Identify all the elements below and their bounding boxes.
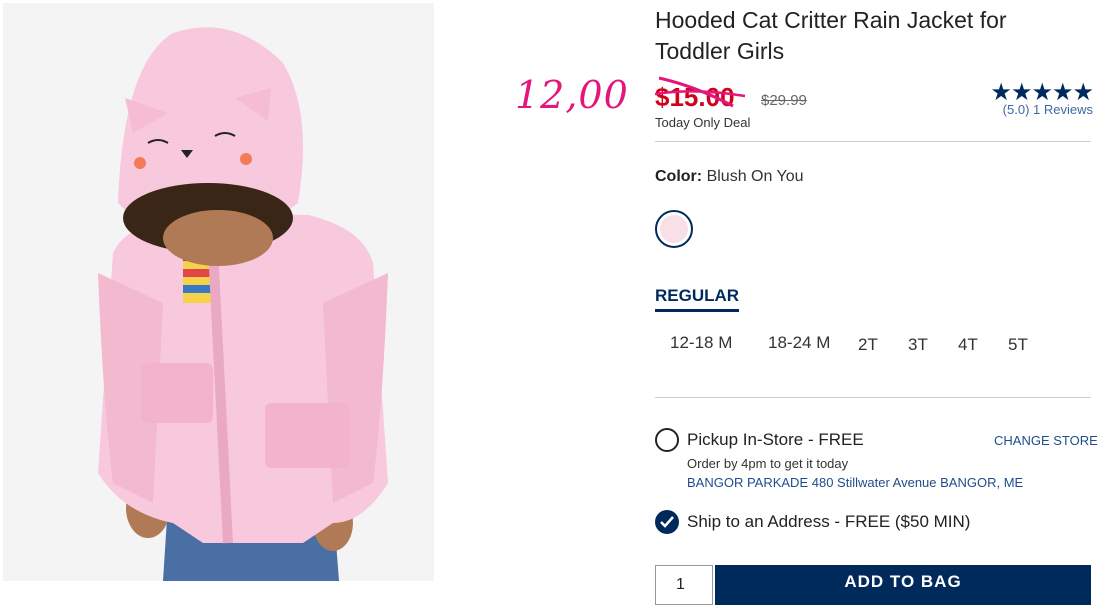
size-option[interactable]: 5T <box>1008 335 1028 355</box>
regular-price: $29.99 <box>761 92 807 109</box>
pickup-label: Pickup In-Store - FREE <box>687 430 864 449</box>
quantity-select[interactable]: 1 <box>655 565 713 605</box>
toddler-rain-jacket-illustration <box>3 3 434 581</box>
ship-radio[interactable] <box>655 510 679 534</box>
sale-price: $15.00 <box>655 82 735 112</box>
ship-label: Ship to an Address - FREE ($50 MIN) <box>687 512 971 531</box>
size-option[interactable]: 12-18 M <box>670 333 732 353</box>
deal-label: Today Only Deal <box>655 115 751 130</box>
star-rating-icon: ★★★★★ <box>990 79 1094 106</box>
rating-score: (5.0) <box>1002 102 1030 117</box>
pickup-radio[interactable] <box>655 428 679 452</box>
size-option[interactable]: 2T <box>858 335 878 355</box>
reviews-count: 1 Reviews <box>1033 102 1093 117</box>
rating-summary[interactable]: ★★★★★ (5.0) 1 Reviews <box>975 79 1094 118</box>
color-swatch-blush[interactable] <box>655 210 693 248</box>
color-label: Color: Blush On You <box>655 168 804 186</box>
size-option[interactable]: 18-24 M <box>768 333 830 353</box>
divider <box>655 397 1091 398</box>
color-value: Blush On You <box>706 168 804 185</box>
checkmark-icon <box>660 516 674 528</box>
add-to-bag-button[interactable]: ADD TO BAG <box>715 565 1091 605</box>
swatch-fill <box>659 214 689 244</box>
size-option[interactable]: 4T <box>958 335 978 355</box>
product-title: Hooded Cat Critter Rain Jacket for Toddl… <box>655 7 1007 64</box>
color-label-key: Color: <box>655 168 703 185</box>
store-address-link[interactable]: BANGOR PARKADE 480 Stillwater Avenue BAN… <box>687 475 1023 490</box>
size-option[interactable]: 3T <box>908 335 928 355</box>
handwritten-price-annotation: 12,00 <box>515 73 629 117</box>
change-store-link[interactable]: CHANGE STORE <box>994 433 1098 448</box>
divider <box>655 141 1091 142</box>
tab-regular[interactable]: REGULAR <box>655 286 740 312</box>
pickup-cutoff-text: Order by 4pm to get it today <box>687 456 849 471</box>
product-image <box>3 3 434 581</box>
